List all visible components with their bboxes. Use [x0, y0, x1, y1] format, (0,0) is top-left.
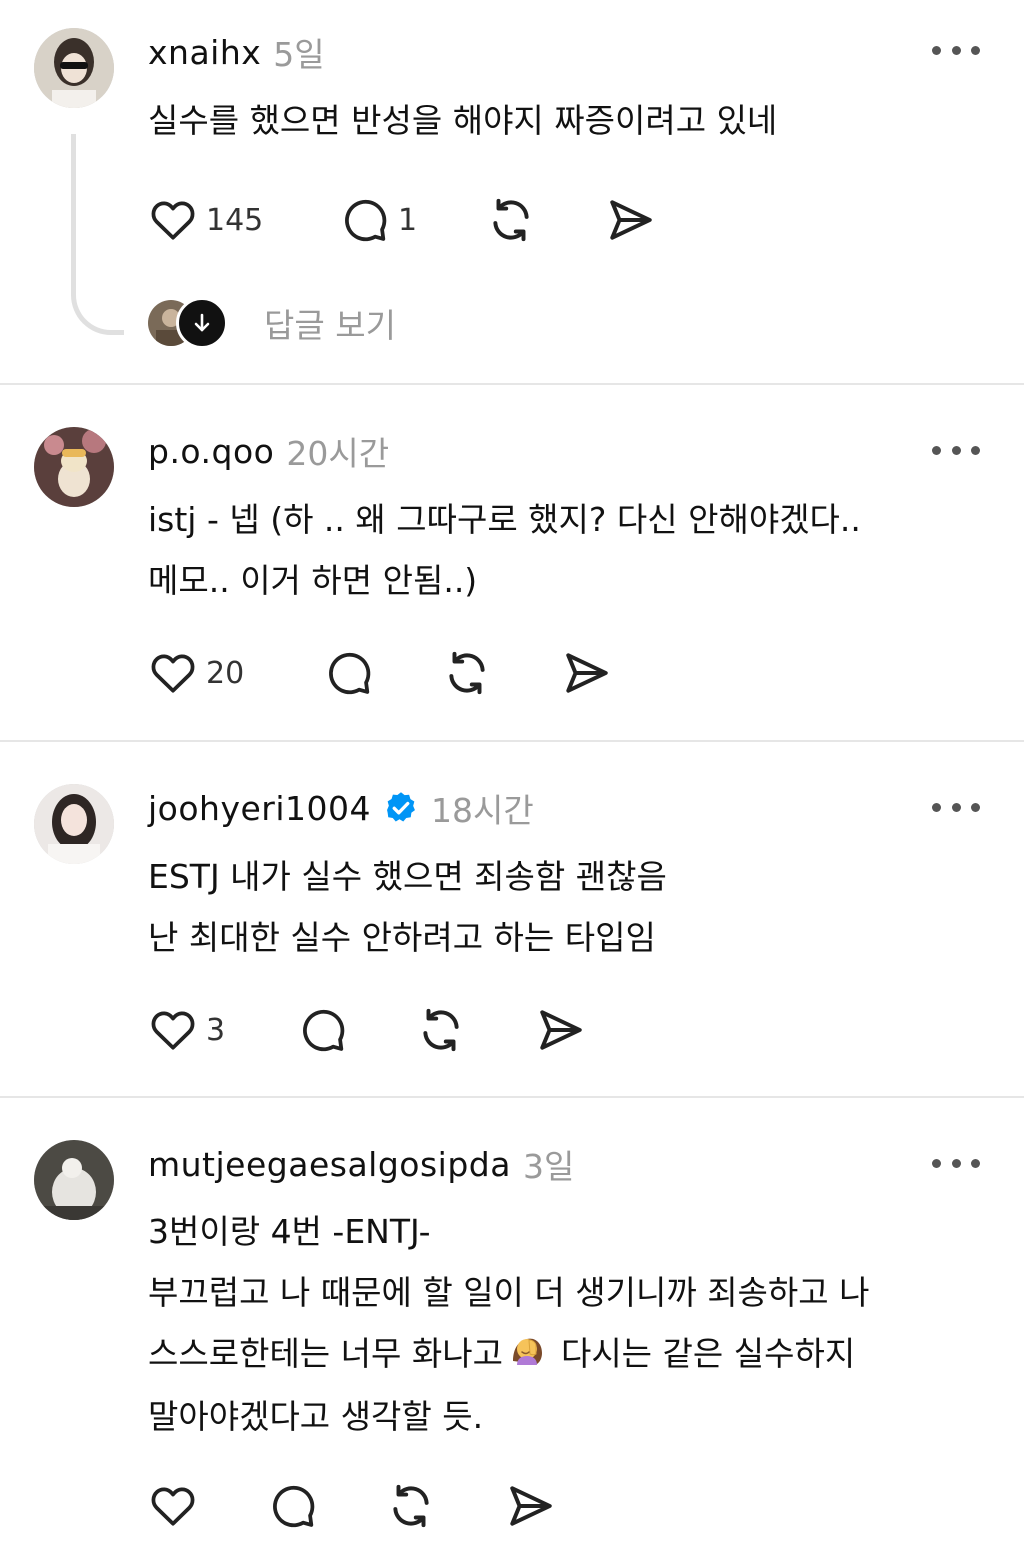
repost-button[interactable]: [386, 1478, 436, 1534]
repost-button[interactable]: [442, 645, 492, 701]
verified-badge-icon: [383, 790, 419, 826]
speech-bubble-icon: [303, 1009, 345, 1052]
comment-line: 난 최대한 실수 안하려고 하는 타입임: [148, 918, 656, 957]
speech-bubble-icon: [273, 1485, 315, 1528]
like-button[interactable]: 20: [148, 645, 244, 701]
timestamp: 5일: [273, 35, 325, 74]
comment-3: joohyeri1004 18시간 ESTJ 내가 실수 했으면 죄송함 괜찮음…: [0, 742, 1024, 1096]
comment-line: 실수를 했으면 반성을 해야지 짜증이려고 있네: [148, 101, 778, 140]
like-button[interactable]: [148, 1478, 198, 1534]
avatar[interactable]: [34, 28, 114, 108]
repost-icon: [393, 1484, 429, 1528]
send-icon: [566, 653, 608, 693]
username[interactable]: joohyeri1004: [148, 789, 371, 828]
timestamp: 20시간: [286, 434, 390, 473]
view-replies-label: 답글 보기: [264, 306, 396, 345]
comment-header: mutjeegaesalgosipda 3일: [148, 1140, 574, 1188]
thread-line: [71, 134, 124, 335]
comment-line: 말아야겠다고 생각할 듯.: [148, 1397, 484, 1436]
heart-icon: [151, 201, 195, 240]
comment-button[interactable]: [298, 1002, 348, 1058]
comment-line-with-emoji: 스스로한테는 너무 화나고 다시는 같은 실수하지: [148, 1323, 869, 1386]
avatar[interactable]: [34, 784, 114, 864]
comment-line: 3번이랑 4번 -ENTJ-: [148, 1212, 431, 1251]
send-icon: [610, 200, 652, 240]
more-dots-icon[interactable]: [932, 40, 980, 60]
send-icon: [540, 1010, 582, 1050]
send-icon: [510, 1486, 552, 1526]
avatar[interactable]: [34, 1140, 114, 1220]
like-count: 20: [206, 655, 245, 691]
like-count: 145: [206, 202, 264, 238]
comment-line: 부끄럽고 나 때문에 할 일이 더 생기니까 죄송하고 나: [148, 1273, 870, 1312]
heart-icon: [151, 654, 195, 693]
like-count: 3: [206, 1012, 226, 1048]
like-button[interactable]: 145: [148, 192, 263, 248]
comment-4: mutjeegaesalgosipda 3일 3번이랑 4번 -ENTJ- 부끄…: [0, 1098, 1024, 1563]
facepalm-emoji: [507, 1325, 547, 1386]
like-button[interactable]: 3: [148, 1002, 225, 1058]
comment-line: 스스로한테는 너무 화나고: [148, 1334, 503, 1373]
comment-text: ESTJ 내가 실수 했으면 죄송함 괜찮음 난 최대한 실수 안하려고 하는 …: [148, 846, 667, 968]
reply-count: 1: [398, 202, 418, 238]
comment-line: 다시는 같은 실수하지: [560, 1334, 856, 1373]
comment-button[interactable]: 1: [340, 192, 417, 248]
repost-icon: [493, 198, 529, 242]
comment-line: 메모.. 이거 하면 안됨..): [148, 561, 478, 600]
more-dots-icon[interactable]: [932, 797, 980, 817]
share-button[interactable]: [562, 645, 612, 701]
comment-text: 3번이랑 4번 -ENTJ- 부끄럽고 나 때문에 할 일이 더 생기니까 죄송…: [148, 1201, 869, 1447]
username[interactable]: mutjeegaesalgosipda: [148, 1145, 511, 1184]
comment-button[interactable]: [268, 1478, 318, 1534]
timestamp: 18시간: [431, 791, 534, 830]
share-button[interactable]: [536, 1002, 586, 1058]
speech-bubble-icon: [345, 199, 387, 242]
repost-icon: [423, 1008, 459, 1052]
comment-text: istj - 넵 (하 .. 왜 그따구로 했지? 다신 안해야겠다.. 메모.…: [148, 489, 861, 611]
timestamp: 3일: [522, 1147, 575, 1186]
username[interactable]: p.o.qoo: [148, 432, 274, 471]
more-dots-icon[interactable]: [932, 440, 980, 460]
comment-header: xnaihx 5일: [148, 28, 325, 76]
comment-2: p.o.qoo 20시간 istj - 넵 (하 .. 왜 그따구로 했지? 다…: [0, 385, 1024, 740]
comment-line: istj - 넵 (하 .. 왜 그따구로 했지? 다신 안해야겠다..: [148, 500, 861, 539]
comment-1: xnaihx 5일 실수를 했으면 반성을 해야지 짜증이려고 있네 145 1…: [0, 0, 1024, 384]
comment-text: 실수를 했으면 반성을 해야지 짜증이려고 있네: [148, 90, 777, 151]
comment-header: joohyeri1004 18시간: [148, 784, 534, 832]
heart-icon: [151, 1487, 195, 1526]
username[interactable]: xnaihx: [148, 33, 261, 72]
share-button[interactable]: [506, 1478, 556, 1534]
more-dots-icon[interactable]: [932, 1153, 980, 1173]
repost-button[interactable]: [486, 192, 536, 248]
comment-line: ESTJ 내가 실수 했으면 죄송함 괜찮음: [148, 857, 667, 896]
speech-bubble-icon: [329, 652, 371, 695]
repost-button[interactable]: [416, 1002, 466, 1058]
repost-icon: [449, 651, 485, 695]
comment-button[interactable]: [324, 645, 374, 701]
arrow-down-icon: [176, 297, 228, 349]
avatar[interactable]: [34, 427, 114, 507]
comment-header: p.o.qoo 20시간: [148, 427, 389, 475]
share-button[interactable]: [606, 192, 656, 248]
heart-icon: [151, 1011, 195, 1050]
view-replies[interactable]: 답글 보기: [148, 297, 396, 349]
